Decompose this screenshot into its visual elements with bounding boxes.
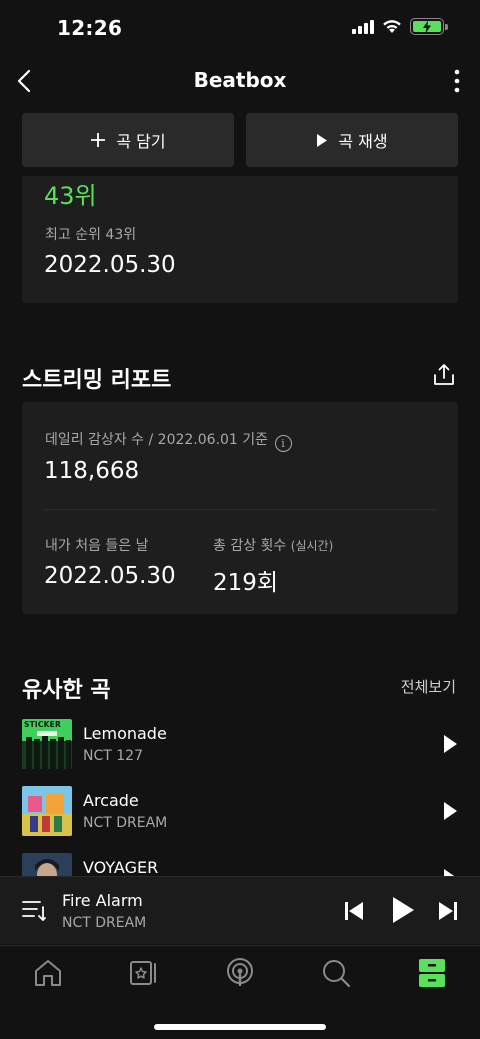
mini-player[interactable]: Fire Alarm NCT DREAM (0, 876, 480, 944)
share-icon[interactable] (432, 363, 456, 387)
add-song-label: 곡 담기 (116, 132, 166, 151)
track-title: VOYAGER (83, 858, 159, 876)
wifi-icon (383, 20, 401, 33)
total-plays-value: 219회 (213, 570, 279, 596)
play-icon[interactable] (442, 868, 458, 876)
best-rank-label: 최고 순위 43위 (45, 227, 137, 243)
album-art: STICKER (22, 719, 72, 769)
home-icon[interactable] (33, 958, 63, 988)
search-icon[interactable] (321, 958, 351, 988)
first-listen-label: 내가 처음 들은 날 (45, 538, 149, 554)
track-item[interactable]: Arcade NCT DREAM (22, 786, 458, 836)
next-track-icon[interactable] (438, 900, 458, 922)
streaming-report-card: 데일리 감상자 수 / 2022.06.01 기준 i 118,668 내가 처… (22, 402, 458, 614)
current-rank: 43위 (44, 182, 97, 210)
add-song-button[interactable]: 곡 담기 (22, 113, 234, 167)
more-options-icon[interactable] (452, 68, 462, 94)
storage-icon[interactable] (417, 958, 447, 988)
track-artist: NCT DREAM (83, 815, 168, 831)
best-rank-date: 2022.05.30 (44, 252, 176, 278)
divider (44, 509, 436, 510)
battery-icon (410, 18, 448, 35)
play-icon[interactable] (442, 801, 458, 821)
previous-track-icon[interactable] (344, 900, 364, 922)
chart-rank-card: 43위 최고 순위 43위 2022.05.30 (22, 176, 458, 303)
play-song-label: 곡 재생 (338, 132, 388, 151)
action-row: 곡 담기 곡 재생 (22, 113, 458, 167)
total-plays-label: 총 감상 횟수 (실시간) (213, 538, 334, 554)
realtime-tag: (실시간) (290, 539, 334, 553)
track-title: Lemonade (83, 724, 167, 743)
track-title: Arcade (83, 791, 139, 810)
album-art (22, 853, 72, 876)
plus-icon (91, 133, 106, 147)
page-title: Beatbox (193, 68, 287, 92)
status-time: 12:26 (57, 16, 123, 40)
now-playing-artist: NCT DREAM (62, 915, 147, 931)
daily-listeners-label: 데일리 감상자 수 / 2022.06.01 기준 i (45, 429, 292, 452)
navigation-bar: Beatbox (0, 56, 480, 106)
library-card-icon[interactable] (129, 958, 159, 988)
playlist-queue-icon[interactable] (22, 899, 46, 921)
daily-listeners-value: 118,668 (44, 458, 140, 484)
status-icons (352, 18, 448, 35)
info-icon[interactable]: i (274, 435, 292, 452)
album-art-text: STICKER (24, 720, 61, 729)
album-art (22, 786, 72, 836)
first-listen-date: 2022.05.30 (44, 563, 176, 589)
play-song-button[interactable]: 곡 재생 (246, 113, 458, 167)
track-item[interactable]: VOYAGER (22, 853, 458, 876)
home-indicator (154, 1024, 326, 1030)
play-icon (317, 133, 328, 147)
see-all-link[interactable]: 전체보기 (401, 676, 456, 697)
status-bar: 12:26 (0, 0, 480, 56)
now-playing-title: Fire Alarm (62, 891, 143, 910)
podcast-icon[interactable] (225, 958, 255, 988)
cellular-signal-icon (352, 19, 374, 34)
play-icon[interactable] (391, 896, 415, 924)
track-item[interactable]: STICKER Lemonade NCT 127 (22, 719, 458, 769)
similar-songs-title: 유사한 곡 (22, 678, 111, 703)
play-icon[interactable] (442, 734, 458, 754)
streaming-report-title: 스트리밍 리포트 (22, 368, 172, 393)
track-artist: NCT 127 (83, 748, 143, 764)
